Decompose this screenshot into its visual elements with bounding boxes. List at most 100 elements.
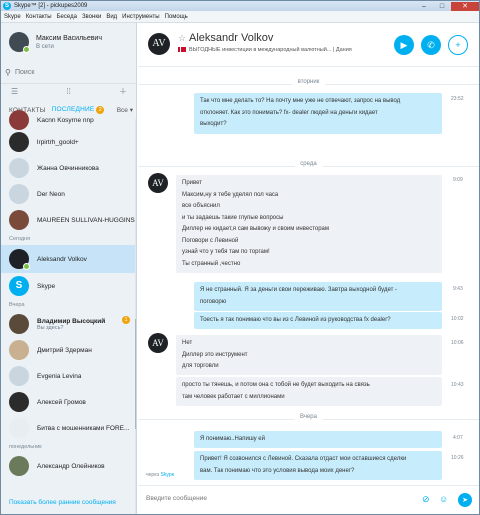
- contact-item[interactable]: Битва с мошенниками FORE...: [1, 415, 135, 441]
- contact-name: Evgenia Levina: [37, 372, 82, 380]
- menu-skype[interactable]: Skype: [4, 14, 21, 20]
- location-text: Дания: [335, 47, 352, 53]
- conversation-pane: AV ☆ Aleksandr Volkov ВЫГОДНЫЕ инвестици…: [138, 23, 479, 514]
- menu-help[interactable]: Помощь: [165, 14, 188, 20]
- contact-item[interactable]: Алексей Громов: [1, 389, 135, 415]
- incoming-message[interactable]: Привет Максим,ну я тебе уделял пол часа …: [176, 175, 442, 273]
- contacts-list-icon[interactable]: ☰: [11, 87, 18, 96]
- menu-view[interactable]: Вид: [106, 14, 117, 20]
- via-service: через Skype: [146, 472, 174, 478]
- window-title: Skype™ [2] - pickupes2009: [14, 3, 88, 9]
- group-avatar: [9, 418, 29, 438]
- skype-logo-icon: S: [3, 2, 11, 10]
- emoticon-icon[interactable]: ☺: [439, 494, 448, 504]
- message-line: Я не странный. Я за деньги свои пережива…: [200, 287, 397, 293]
- menu-tools[interactable]: Инструменты: [122, 14, 159, 20]
- contact-item[interactable]: S Skype: [1, 273, 135, 299]
- scrollbar-thumb[interactable]: [135, 319, 136, 429]
- outgoing-message[interactable]: Так что мне делать то? На почту мне уже …: [194, 93, 442, 134]
- message-line: вам. Так понимаю что это условия вывода …: [200, 467, 355, 474]
- message-time: 10:43: [451, 382, 464, 388]
- message-line: Привет: [182, 180, 203, 186]
- contact-text: Владимир Высоцкий Вы здесь?: [29, 318, 105, 331]
- search-input[interactable]: [15, 68, 125, 76]
- contact-item[interactable]: Kacnn Kosyrne nnp: [1, 110, 135, 130]
- voice-call-button[interactable]: ✆: [421, 35, 441, 55]
- online-status-icon: [23, 263, 30, 270]
- unread-badge: 1: [122, 316, 130, 324]
- contact-avatar: [9, 392, 29, 412]
- close-button[interactable]: ✕: [451, 1, 479, 11]
- contact-item[interactable]: Александр Олейников: [1, 453, 135, 479]
- via-prefix: через: [146, 472, 160, 478]
- contact-item[interactable]: Der Neon: [1, 181, 135, 207]
- contact-item[interactable]: Дмитрий Здерман: [1, 337, 135, 363]
- section-earlier: понедельник: [9, 444, 42, 450]
- add-contact-icon[interactable]: ＋: [119, 86, 127, 97]
- sender-avatar: AV: [148, 333, 168, 353]
- contact-item[interactable]: MAUREEN SULLIVAN-HUGGINS: [1, 207, 135, 233]
- message-line: там человек работает с миллионами: [182, 393, 285, 400]
- contact-name: Kacnn Kosyrne nnp: [37, 116, 94, 124]
- menu-calls[interactable]: Звонки: [82, 14, 101, 20]
- favorite-star-icon[interactable]: ☆: [178, 33, 186, 44]
- outgoing-message[interactable]: Я понимаю..Напишу ей: [194, 431, 442, 448]
- message-line: Диллер это инструмент: [182, 351, 248, 358]
- contact-avatar[interactable]: AV: [148, 33, 170, 55]
- incoming-message[interactable]: просто ты тянешь, и потом она с тобой не…: [176, 377, 442, 406]
- message-line: Тоесть я так понимаю что вы из с Левиной…: [200, 317, 391, 323]
- contact-avatar: [9, 340, 29, 360]
- contact-item[interactable]: lrpirtrh_goold+: [1, 129, 135, 155]
- message-line: Так что мне делать то? На почту мне уже …: [200, 98, 401, 104]
- menu-conversation[interactable]: Беседа: [57, 14, 77, 20]
- show-older-messages-link[interactable]: Показать более ранние сообщения: [9, 499, 116, 506]
- contact-name: Алексей Громов: [37, 398, 86, 406]
- message-line: все объяснил: [182, 203, 220, 209]
- contact-item[interactable]: Владимир Высоцкий Вы здесь? 1: [1, 311, 135, 337]
- message-time: 10:02: [451, 316, 464, 322]
- message-line: Диллер не кидает,я сам вывожу и своим ин…: [182, 226, 330, 232]
- contact-item[interactable]: Жанна Овчинникова: [1, 155, 135, 181]
- minimize-button[interactable]: –: [415, 2, 433, 11]
- my-status: В сети: [36, 44, 54, 50]
- day-separator: Вчера: [138, 414, 479, 424]
- message-line: Максим,ну я тебе уделял пол часа: [182, 191, 279, 198]
- message-time: 10:26: [451, 455, 464, 461]
- attach-file-icon[interactable]: ⊘: [422, 494, 430, 505]
- menu-contacts[interactable]: Контакты: [26, 14, 52, 20]
- message-line: Нет: [182, 340, 193, 346]
- contact-name: Владимир Высоцкий: [37, 317, 106, 325]
- contact-item[interactable]: Evgenia Levina: [1, 363, 135, 389]
- contact-name: Aleksandr Volkov: [37, 255, 87, 263]
- contact-item-selected[interactable]: Aleksandr Volkov: [1, 245, 135, 273]
- my-profile[interactable]: Максим Васильевич В сети: [1, 23, 136, 61]
- scrollbar-track[interactable]: [135, 119, 136, 514]
- contact-name: lrpirtrh_goold+: [37, 138, 79, 146]
- message-time: 23:52: [451, 96, 464, 102]
- sender-avatar: AV: [148, 173, 168, 193]
- message-line: и ты задаешь такие глупые вопросы: [182, 214, 284, 221]
- incoming-message[interactable]: Нет Диллер это инструмент для торговли: [176, 335, 442, 375]
- outgoing-message[interactable]: Я не странный. Я за деньги свои пережива…: [194, 282, 442, 311]
- sidebar: Максим Васильевич В сети ⚲ ☰ ⁞⁞ ＋ КОНТАК…: [1, 23, 137, 514]
- add-people-button[interactable]: +: [448, 35, 468, 55]
- message-time: 9:43: [453, 286, 463, 292]
- dialpad-icon[interactable]: ⁞⁞: [66, 87, 70, 96]
- message-time: 10:06: [451, 340, 464, 346]
- send-button[interactable]: ➤: [458, 493, 472, 507]
- outgoing-message[interactable]: Привет! Я созвонился с Левиной. Сказала …: [194, 451, 442, 480]
- message-line: отклоняет. Как это понимать? fx- dealer …: [200, 109, 378, 116]
- outgoing-message[interactable]: Тоесть я так понимаю что вы из с Левиной…: [194, 312, 442, 329]
- contact-name: Александр Олейников: [37, 462, 105, 470]
- skype-avatar-icon: S: [9, 276, 29, 296]
- contact-name: Skype: [37, 282, 56, 290]
- message-input[interactable]: [146, 495, 406, 502]
- contact-avatar: [9, 366, 29, 386]
- via-service-name[interactable]: Skype: [161, 472, 175, 478]
- video-call-button[interactable]: ▶: [394, 35, 414, 55]
- contact-name: Der Neon: [37, 190, 65, 198]
- message-history: вторник Так что мне делать то? На почту …: [138, 67, 479, 485]
- search-icon: ⚲: [5, 67, 11, 77]
- maximize-button[interactable]: □: [433, 2, 451, 11]
- message-line: выходит?: [200, 121, 227, 127]
